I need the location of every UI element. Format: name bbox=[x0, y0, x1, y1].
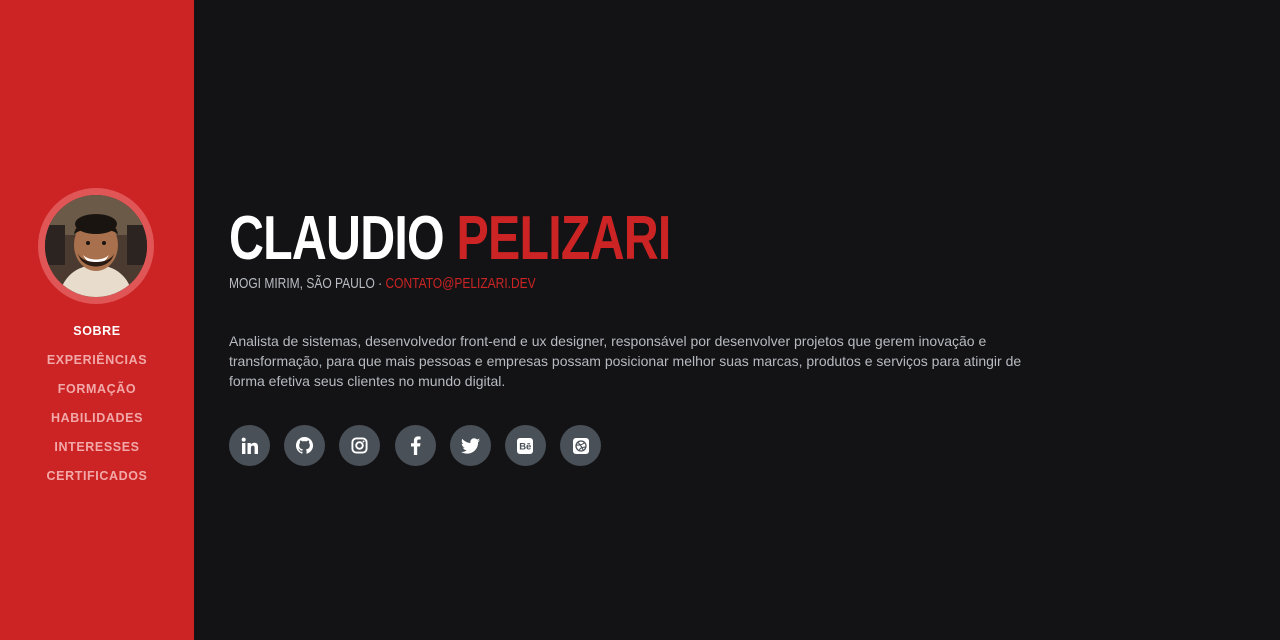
first-name: CLAUDIO bbox=[229, 204, 445, 273]
social-icons: Bē bbox=[229, 425, 615, 466]
nav-item-sobre[interactable]: SOBRE bbox=[0, 318, 194, 347]
nav-item-habilidades[interactable]: HABILIDADES bbox=[0, 405, 194, 434]
svg-text:Bē: Bē bbox=[520, 441, 532, 452]
avatar-ring bbox=[38, 188, 154, 304]
github-button[interactable] bbox=[284, 425, 326, 466]
subheading: MOGI MIRIM, SÃO PAULO · CONTATO@PELIZARI… bbox=[229, 274, 536, 294]
nav-item-interesses[interactable]: INTERESSES bbox=[0, 434, 194, 463]
bio-text: Analista de sistemas, desenvolvedor fron… bbox=[229, 333, 1022, 389]
facebook-button[interactable] bbox=[394, 425, 436, 466]
twitter-icon bbox=[460, 437, 480, 454]
location: MOGI MIRIM, SÃO PAULO bbox=[229, 275, 375, 292]
separator: · bbox=[378, 275, 383, 292]
facebook-icon bbox=[410, 436, 421, 455]
behance-icon: Bē bbox=[517, 437, 534, 454]
nav-item-formacao[interactable]: FORMAÇÃO bbox=[0, 376, 194, 405]
linkedin-icon bbox=[241, 437, 259, 455]
last-name: PELIZARI bbox=[456, 204, 671, 273]
page-title: CLAUDIO PELIZARI bbox=[229, 206, 671, 272]
github-icon bbox=[295, 436, 314, 455]
instagram-button[interactable] bbox=[339, 425, 381, 466]
avatar bbox=[45, 195, 147, 297]
dribbble-button[interactable] bbox=[560, 425, 602, 466]
nav-item-certificados[interactable]: CERTIFICADOS bbox=[0, 463, 194, 492]
sidebar: SOBRE EXPERIÊNCIAS FORMAÇÃO HABILIDADES … bbox=[0, 0, 194, 640]
twitter-button[interactable] bbox=[449, 425, 491, 466]
behance-button[interactable]: Bē bbox=[504, 425, 546, 466]
instagram-icon bbox=[351, 437, 368, 454]
nav-item-experiencias[interactable]: EXPERIÊNCIAS bbox=[0, 347, 194, 376]
sidebar-nav: SOBRE EXPERIÊNCIAS FORMAÇÃO HABILIDADES … bbox=[0, 318, 194, 492]
email-link[interactable]: CONTATO@PELIZARI.DEV bbox=[385, 275, 535, 292]
dribbble-icon bbox=[572, 437, 589, 454]
linkedin-button[interactable] bbox=[229, 425, 270, 466]
